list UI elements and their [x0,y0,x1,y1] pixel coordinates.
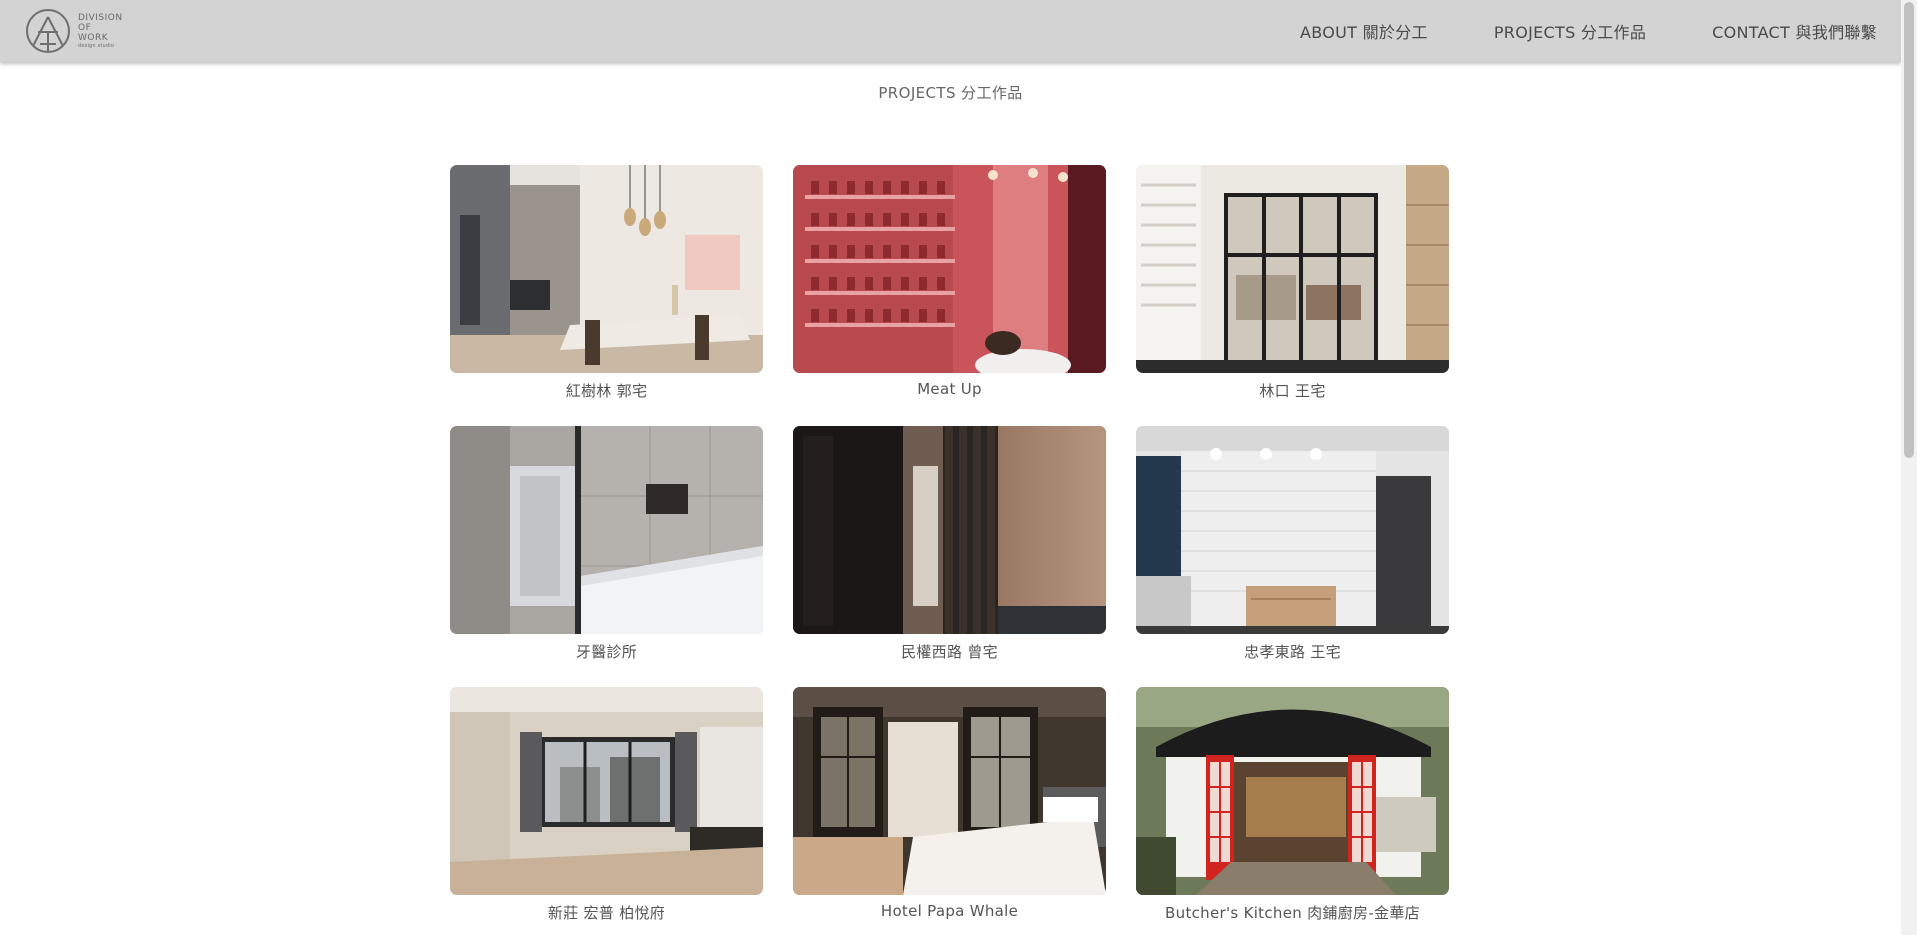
project-title[interactable]: 新莊 宏普 柏悅府 [450,902,763,923]
project-card[interactable]: Hotel Papa Whale [793,687,1106,935]
project-thumbnail[interactable] [793,687,1106,895]
logo-line-3: WORK [78,32,109,43]
project-title[interactable]: 牙醫診所 [450,641,763,662]
project-title[interactable]: 忠孝東路 王宅 [1136,641,1449,662]
project-thumbnail[interactable] [1136,426,1449,634]
project-card[interactable]: 忠孝東路 王宅 [1136,426,1449,687]
project-card[interactable]: 牙醫診所 [450,426,763,687]
project-thumbnail[interactable] [450,426,763,634]
project-card[interactable]: 林口 王宅 [1136,165,1449,426]
project-title[interactable]: Meat Up [793,380,1106,398]
project-card[interactable]: 新莊 宏普 柏悅府 [450,687,763,935]
logo-wordmark: DIVISION OF WORK design studio [78,13,123,50]
project-title[interactable]: 民權西路 曾宅 [793,641,1106,662]
project-thumbnail[interactable] [450,687,763,895]
nav-link-contact[interactable]: CONTACT 與我們聯繫 [1712,19,1877,43]
site-logo[interactable]: DIVISION OF WORK design studio [24,8,123,54]
site-header: DIVISION OF WORK design studio ABOUT 關於分… [0,0,1901,62]
project-card[interactable]: 民權西路 曾宅 [793,426,1106,687]
scrollbar-thumb[interactable] [1904,2,1914,458]
project-card[interactable]: Meat Up [793,165,1106,426]
project-card[interactable]: 紅樹林 郭宅 [450,165,763,426]
nav-link-about[interactable]: ABOUT 關於分工 [1300,19,1428,43]
project-grid: 紅樹林 郭宅 Meat Up 林口 王宅 牙醫診所 民權西路 曾宅 忠孝東路 王… [450,165,1450,935]
page-title: PROJECTS 分工作品 [878,84,1023,102]
project-card[interactable]: Butcher's Kitchen 肉鋪廚房-金華店 [1136,687,1449,935]
project-title[interactable]: 紅樹林 郭宅 [450,380,763,401]
logo-line-2: OF [78,22,92,33]
project-thumbnail[interactable] [1136,687,1449,895]
project-thumbnail[interactable] [793,165,1106,373]
logo-subtitle: design studio [78,42,115,49]
logo-line-1: DIVISION [78,12,123,23]
project-thumbnail[interactable] [450,165,763,373]
page: DIVISION OF WORK design studio ABOUT 關於分… [0,0,1917,935]
project-title[interactable]: Butcher's Kitchen 肉鋪廚房-金華店 [1136,902,1449,923]
project-thumbnail[interactable] [793,426,1106,634]
project-thumbnail[interactable] [1136,165,1449,373]
project-title[interactable]: 林口 王宅 [1136,380,1449,401]
project-title[interactable]: Hotel Papa Whale [793,902,1106,920]
nav-link-projects[interactable]: PROJECTS 分工作品 [1494,19,1646,43]
page-scrollbar[interactable] [1901,0,1917,935]
main-nav: ABOUT 關於分工 PROJECTS 分工作品 CONTACT 與我們聯繫 [1234,0,1877,62]
logo-mark-icon [26,9,70,53]
